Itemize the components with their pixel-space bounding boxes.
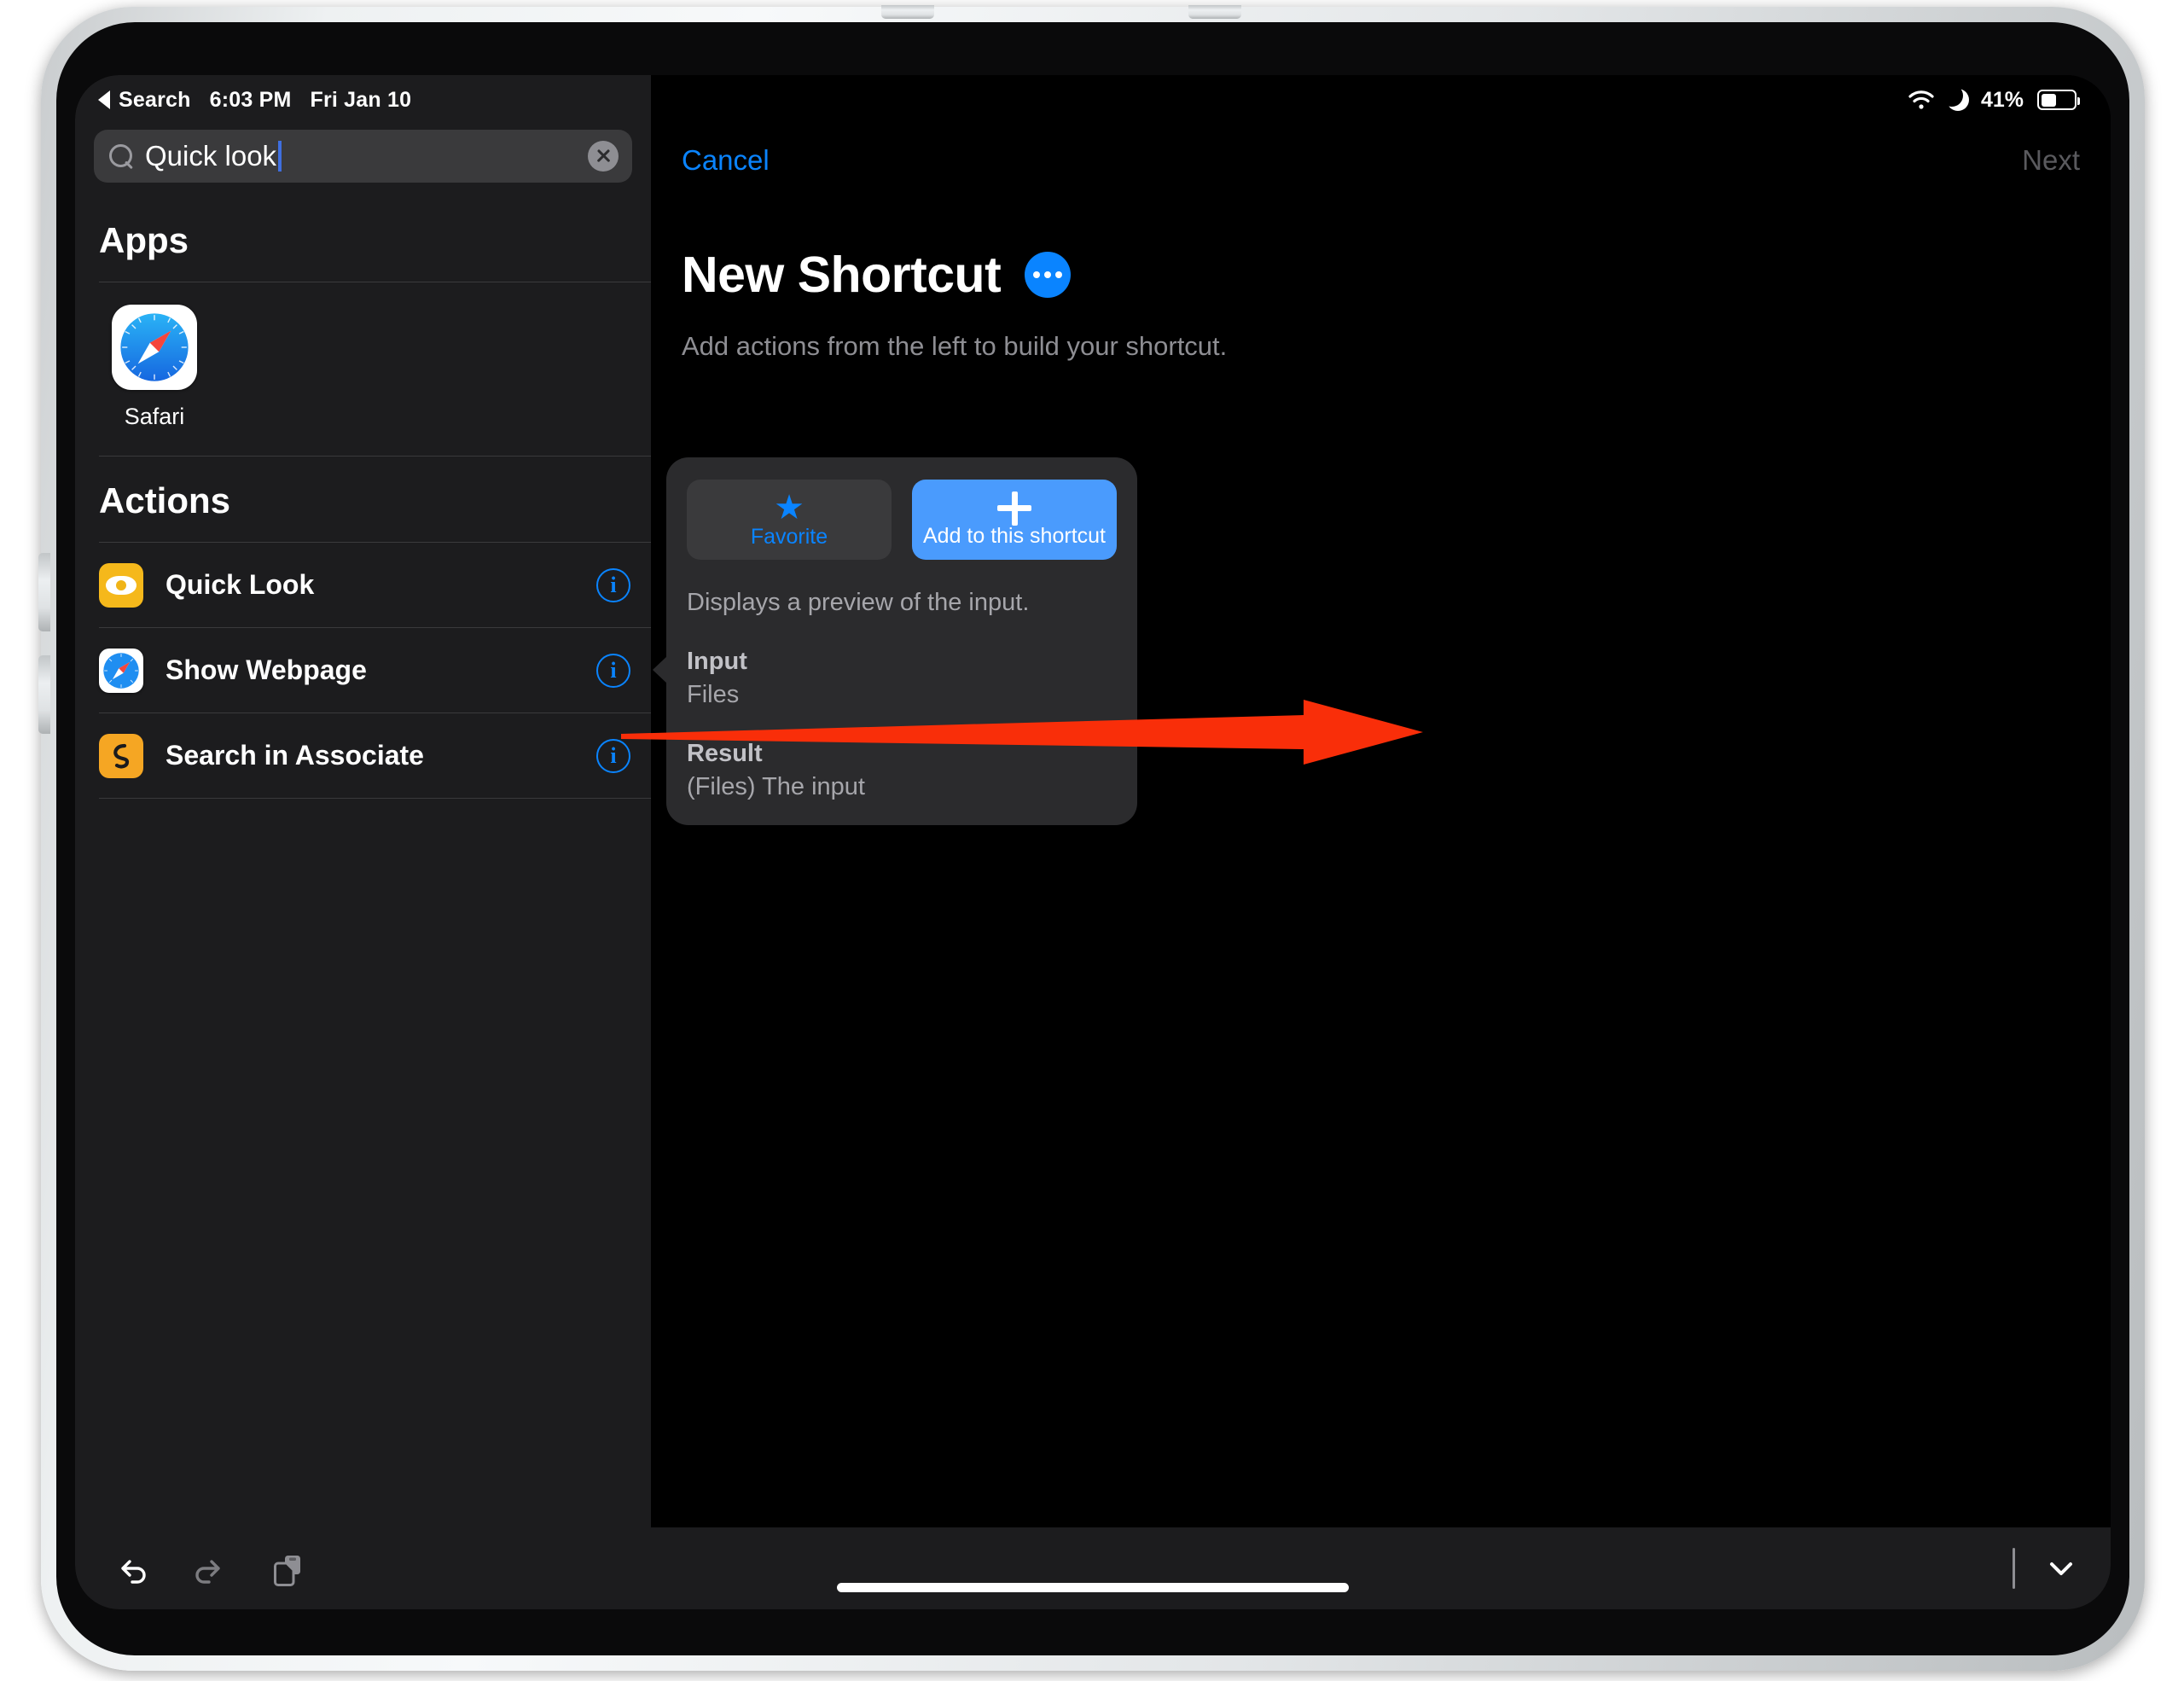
text-caret — [278, 141, 282, 172]
search-panel: Search 6:03 PM Fri Jan 10 Quick look App… — [75, 75, 651, 1527]
page-title: New Shortcut — [682, 247, 1002, 303]
divider — [2013, 1548, 2015, 1589]
safari-icon — [99, 648, 143, 693]
info-icon[interactable]: i — [596, 738, 630, 773]
info-icon[interactable]: i — [596, 567, 630, 602]
cancel-button[interactable]: Cancel — [682, 144, 770, 177]
status-bar-left: Search 6:03 PM Fri Jan 10 — [75, 75, 651, 125]
popover-notch — [653, 655, 668, 684]
search-row: Quick look — [75, 125, 651, 196]
associate-icon — [99, 733, 143, 778]
battery-percent-label: 41% — [1980, 87, 2024, 112]
apps-grid: Safari — [75, 282, 651, 456]
status-bar-time: 6:03 PM — [209, 87, 292, 112]
action-detail-popover: ★ Favorite Add to this shortcut Displays… — [653, 457, 1137, 825]
eye-glyph — [106, 575, 136, 595]
add-to-shortcut-label: Add to this shortcut — [922, 523, 1106, 548]
safari-icon — [112, 305, 197, 390]
hardware-volume-down-button[interactable] — [38, 655, 50, 734]
app-tile-label: Safari — [124, 404, 185, 429]
list-item-label: Show Webpage — [166, 654, 367, 685]
plus-icon — [997, 491, 1031, 526]
back-to-search-button[interactable]: Search — [98, 88, 191, 113]
add-to-shortcut-button[interactable]: Add to this shortcut — [912, 480, 1117, 560]
hardware-volume-up-button[interactable] — [38, 553, 50, 631]
battery-icon — [2037, 90, 2081, 110]
search-input-value: Quick look — [145, 140, 282, 172]
popover-result-value: (Files) The input — [687, 773, 865, 800]
clear-icon[interactable] — [588, 141, 619, 172]
popover-input-value: Files — [687, 681, 740, 708]
back-to-search-label: Search — [119, 87, 191, 112]
hardware-top-button-secondary[interactable] — [1188, 5, 1241, 19]
search-icon — [109, 144, 133, 168]
shortcuts-app: Search 6:03 PM Fri Jan 10 Quick look App… — [75, 75, 2111, 1609]
list-item-label: Quick Look — [166, 569, 315, 600]
editor-nav-bar: Cancel Next — [651, 125, 2111, 196]
split-view: Search 6:03 PM Fri Jan 10 Quick look App… — [75, 75, 2111, 1527]
eye-icon — [99, 562, 143, 608]
device-bezel: Search 6:03 PM Fri Jan 10 Quick look App… — [56, 22, 2129, 1655]
battery-fill — [2041, 93, 2056, 107]
wifi-icon — [1908, 90, 1935, 110]
popover-result-field: Result (Files) The input — [687, 740, 1117, 801]
list-item-label: Search in Associate — [166, 740, 424, 771]
screen: Search 6:03 PM Fri Jan 10 Quick look App… — [75, 75, 2111, 1609]
divider — [99, 798, 651, 799]
hardware-top-button[interactable] — [881, 5, 934, 19]
ellipsis-dot — [1044, 271, 1052, 278]
toolbar-left-group — [111, 1548, 309, 1589]
editor-title-row: New Shortcut — [682, 246, 1072, 304]
info-icon[interactable]: i — [596, 653, 630, 688]
device-frame: Search 6:03 PM Fri Jan 10 Quick look App… — [38, 5, 2145, 1671]
popover-buttons: ★ Favorite Add to this shortcut — [687, 480, 1117, 560]
search-input[interactable]: Quick look — [94, 130, 632, 183]
popover-input-label: Input — [687, 648, 747, 675]
editor-subtitle: Add actions from the left to build your … — [682, 331, 1228, 361]
search-results-scroll[interactable]: Apps Safari Actions Quick Look i Show We… — [75, 196, 651, 1527]
redo-icon[interactable] — [189, 1548, 230, 1589]
moon-icon — [1940, 84, 1969, 111]
chevron-down-icon[interactable] — [2041, 1548, 2082, 1589]
popover-description: Displays a preview of the input. — [687, 589, 1030, 616]
home-indicator[interactable] — [837, 1583, 1349, 1592]
popover-result-label: Result — [687, 740, 763, 767]
status-bar-date: Fri Jan 10 — [310, 87, 412, 112]
bottom-toolbar — [75, 1527, 2111, 1609]
ellipsis-dot — [1055, 271, 1063, 278]
back-triangle-icon — [98, 90, 110, 109]
actions-section-title: Actions — [99, 480, 231, 521]
ellipsis-icon[interactable] — [1025, 252, 1072, 298]
shortcut-editor-panel: 41% Cancel Next New Shortcut Add actions… — [651, 75, 2111, 1527]
app-tile-safari[interactable]: Safari — [99, 305, 210, 430]
ellipsis-dot — [1033, 271, 1041, 278]
list-item[interactable]: Quick Look i — [75, 543, 651, 627]
next-button[interactable]: Next — [2022, 144, 2080, 177]
favorite-button[interactable]: ★ Favorite — [687, 480, 892, 560]
list-item[interactable]: Show Webpage i — [75, 628, 651, 713]
status-bar-right: 41% — [651, 75, 2111, 125]
favorite-button-label: Favorite — [750, 524, 828, 549]
list-item[interactable]: Search in Associate i — [75, 713, 651, 798]
toolbar-right-group — [2013, 1548, 2082, 1589]
star-icon: ★ — [774, 488, 804, 526]
apps-section-title: Apps — [99, 220, 189, 260]
popover-input-field: Input Files — [687, 648, 1117, 709]
undo-icon[interactable] — [111, 1548, 152, 1589]
paste-icon[interactable] — [268, 1548, 309, 1589]
